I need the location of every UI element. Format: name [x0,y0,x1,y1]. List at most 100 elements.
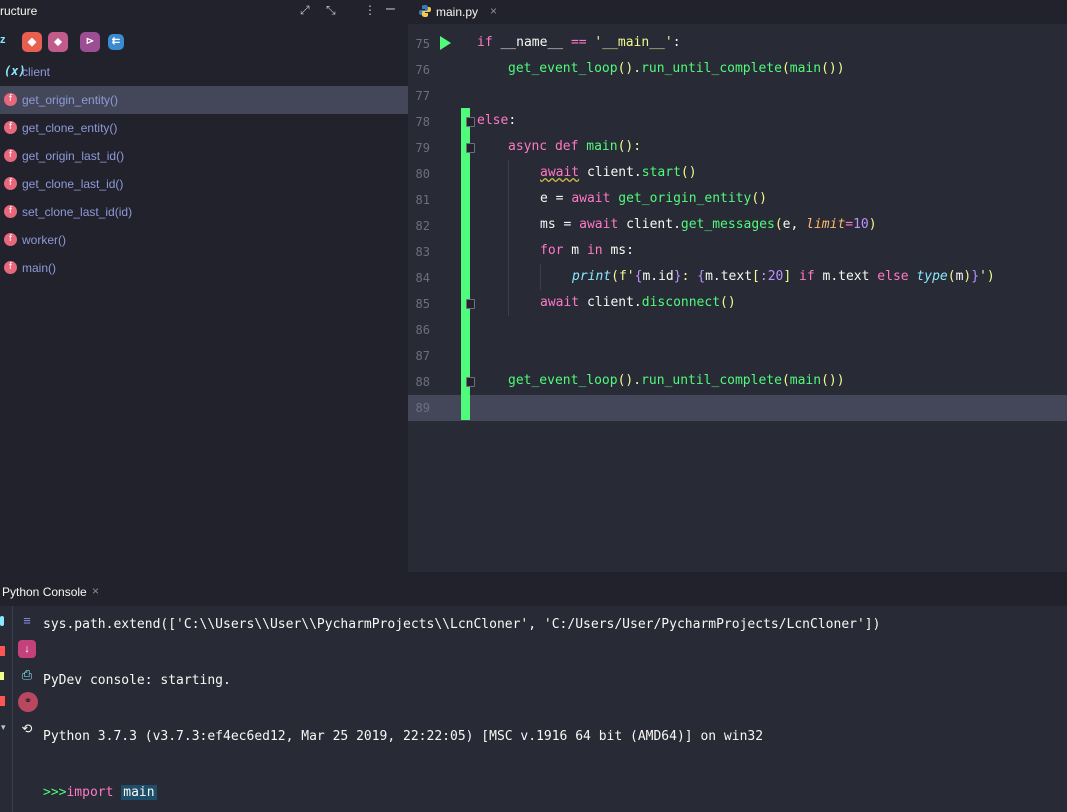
token: print [572,269,612,284]
token: m.text [814,269,878,284]
autoscroll-icon[interactable]: ⇇ [108,34,124,50]
soft-wrap-icon[interactable]: ≡ [18,612,36,630]
token: run_until_complete [641,373,782,388]
code-line-88[interactable]: get_event_loop().run_until_complete(main… [508,373,845,393]
token: m.text [705,269,753,284]
tab-main-py[interactable]: main.py × [414,0,506,24]
token: () [680,165,697,180]
fold-marker-icon[interactable] [466,117,475,127]
print-icon[interactable]: ⎙ [18,666,36,684]
toolbar-divider [12,606,13,812]
token: 10 [853,217,869,232]
structure-panel: ructure ⤢ ⤡ ⋮ – z ◆ ⬥ ⊳ ⇇ (x) client f g… [0,0,408,572]
code-line-78[interactable]: else: [477,113,516,133]
token: client. [618,217,681,232]
token: : [681,269,698,284]
token: if [477,35,493,50]
tree-item-label: get_origin_entity() [22,93,119,107]
chevron-down-icon[interactable]: ▾ [1,722,6,733]
rerun-icon[interactable] [0,616,4,626]
run-icon[interactable] [440,36,451,50]
token: get_messages [680,217,775,232]
fold-marker-icon[interactable] [466,377,475,387]
token: def [547,139,587,154]
token: () [720,295,736,310]
console-input-line[interactable]: >>>import main [43,785,157,800]
indent-guide [508,160,509,316]
tree-item-get-clone-last-id[interactable]: f get_clone_last_id() [0,170,408,198]
vcs-added-marker[interactable] [461,108,470,420]
show-variables-icon[interactable]: ⚭ [18,692,38,712]
tab-label: main.py [436,5,479,19]
code-line-80[interactable]: await client.start() [540,165,697,185]
sort-alpha-icon[interactable]: z [0,34,6,46]
function-icon: f [4,233,17,246]
line-number: 81 [415,193,430,207]
line-number: 87 [415,349,430,363]
editor-pane[interactable]: main.py × 75 76 77 78 79 80 81 82 83 84 … [408,0,1067,572]
code-line-82[interactable]: ms = await client.get_messages(e, limit=… [540,217,877,237]
code-line-81[interactable]: e = await get_origin_entity() [540,191,767,211]
tree-item-worker[interactable]: f worker() [0,226,408,254]
tree-item-main[interactable]: f main() [0,254,408,282]
function-icon: f [4,261,17,274]
token: else [877,269,909,284]
more-vert-icon[interactable]: ⋮ [364,3,376,17]
function-icon: f [4,121,17,134]
token: in [586,243,603,258]
expand-icon[interactable]: ⤢ [300,3,310,18]
tree-item-client[interactable]: (x) client [0,58,408,86]
tree-item-set-clone-last-id[interactable]: f set_clone_last_id(id) [0,198,408,226]
line-number: 85 [415,297,430,311]
fold-marker-icon[interactable] [466,143,475,153]
code-line-84[interactable]: print(f'{m.id}: {m.text[:20] if m.text e… [572,269,995,289]
show-inherited-icon[interactable]: ⊳ [80,32,100,52]
token: disconnect [641,295,721,310]
token: (). [617,61,642,76]
code-line-83[interactable]: for m in ms: [540,243,634,263]
tree-item-label: worker() [22,233,66,247]
token: ] [783,269,792,284]
close-icon[interactable]: × [490,4,497,18]
tree-item-label: get_clone_last_id() [22,177,124,191]
minimize-icon[interactable]: – [386,0,395,18]
fold-marker-icon[interactable] [466,299,475,309]
python-file-icon [419,5,431,17]
line-number: 82 [415,219,430,233]
token: [ [752,269,760,284]
run-icon[interactable] [0,672,4,680]
token: ( [774,217,783,232]
history-icon[interactable]: ⟲ [18,720,36,738]
tree-item-get-origin-entity[interactable]: f get_origin_entity() [0,86,408,114]
console-line: PyDev console: starting. [43,673,231,688]
token: for [540,243,564,258]
code-line-76[interactable]: get_event_loop().run_until_complete(main… [508,61,845,81]
token: main [789,61,822,76]
token: ' [979,269,987,284]
structure-title: ructure [0,4,38,18]
tab-python-console[interactable]: Python Console × [0,580,110,604]
token: (): [617,139,642,154]
token: get_origin_entity [618,191,752,206]
stop-icon[interactable] [0,646,5,656]
scroll-to-end-icon[interactable]: ↓ [18,640,36,658]
tree-item-get-clone-entity[interactable]: f get_clone_entity() [0,114,408,142]
code-line-75[interactable]: if __name__ == '__main__': [477,35,681,55]
console-line: sys.path.extend(['C:\\Users\\User\\Pycha… [43,617,881,632]
line-number: 88 [415,375,430,389]
structure-header: ructure ⤢ ⤡ ⋮ – [0,0,408,24]
show-fields-icon[interactable]: ⬥ [48,32,68,52]
token: ) [868,217,877,232]
line-number: 76 [415,63,430,77]
show-properties-icon[interactable]: ◆ [22,32,42,52]
collapse-icon[interactable]: ⤡ [326,3,336,18]
line-number: 86 [415,323,430,337]
token: :20 [759,269,784,284]
console-output[interactable]: ▾ ≡ ↓ ⎙ ⚭ ⟲ sys.path.extend(['C:\\Users\… [0,606,1067,812]
close-icon[interactable]: × [92,584,99,598]
debug-icon[interactable] [0,696,5,706]
token: client. [579,295,642,310]
tree-item-get-origin-last-id[interactable]: f get_origin_last_id() [0,142,408,170]
code-line-79[interactable]: async def main(): [508,139,641,159]
code-line-85[interactable]: await client.disconnect() [540,295,736,315]
